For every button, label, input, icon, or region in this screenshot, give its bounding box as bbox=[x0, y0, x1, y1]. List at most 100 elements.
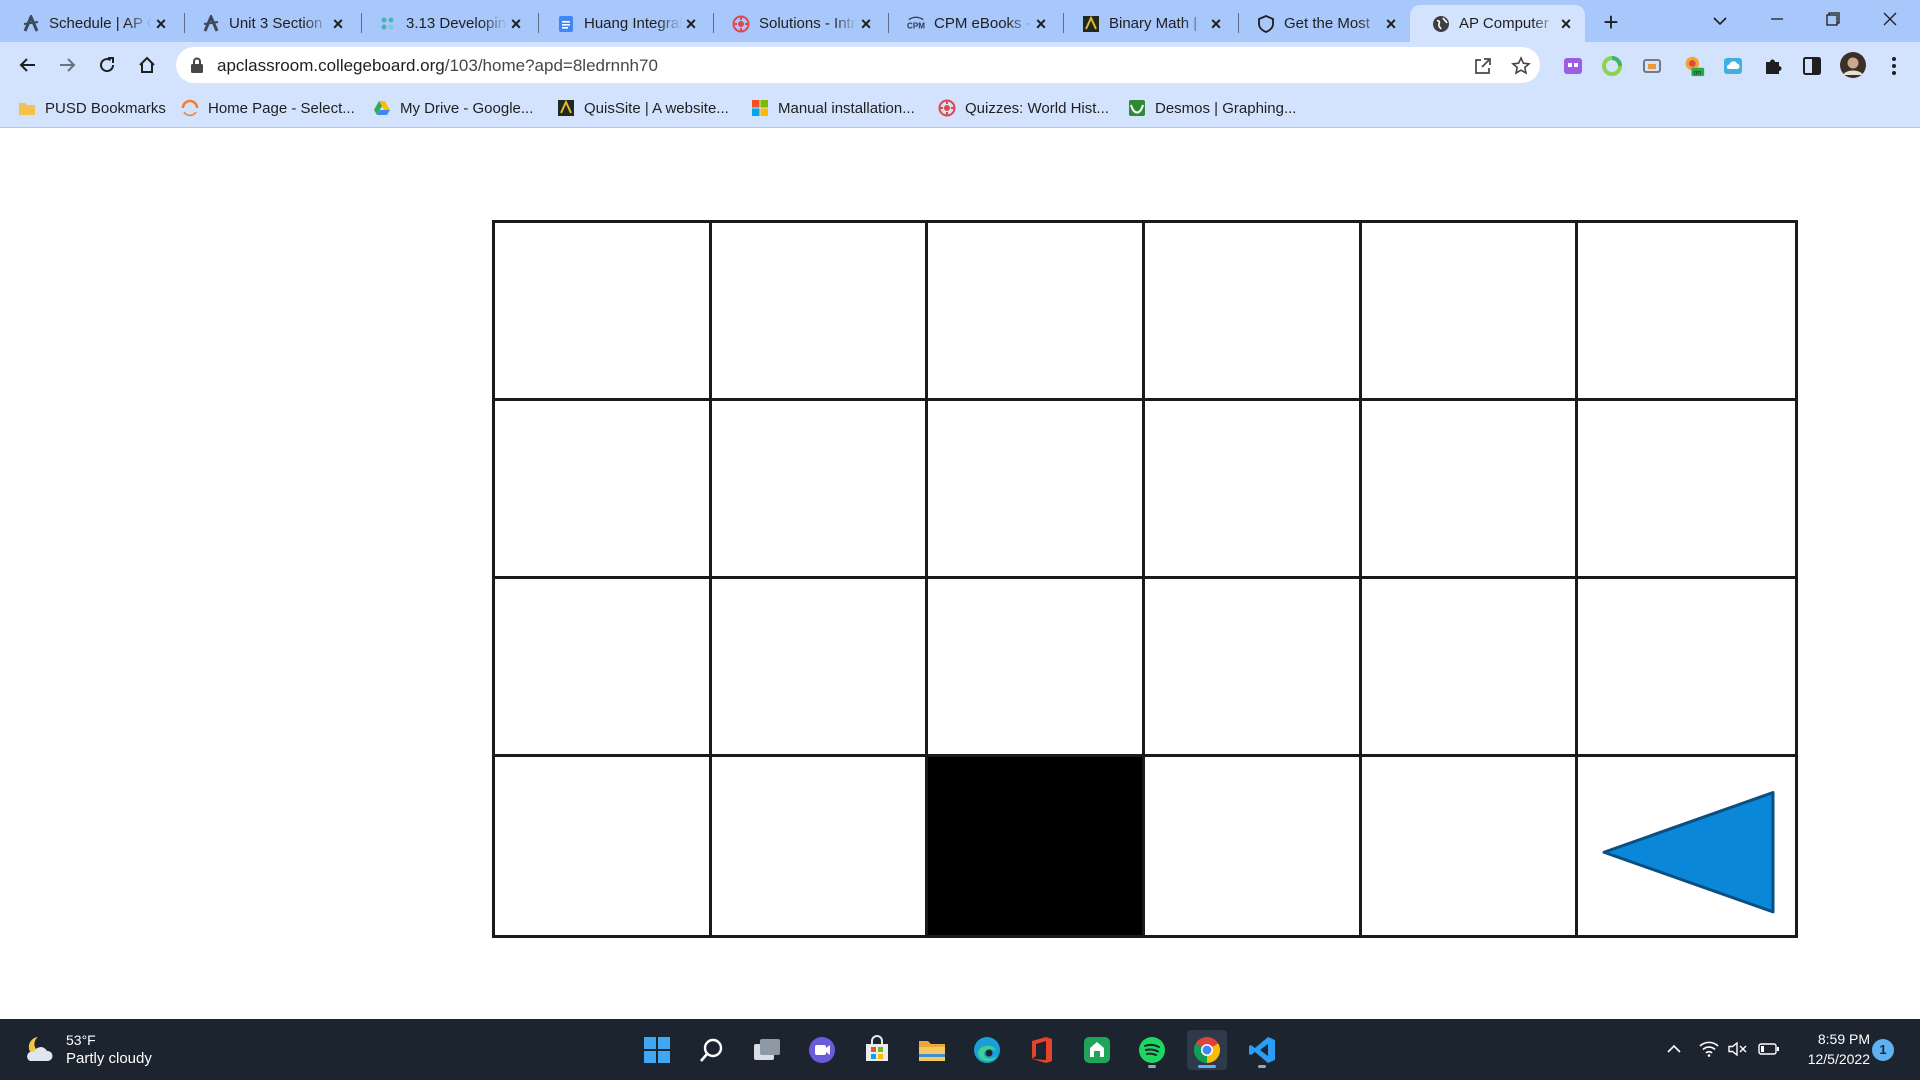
grid-cell bbox=[1578, 401, 1795, 579]
globe-icon bbox=[1432, 15, 1450, 33]
lock-icon[interactable] bbox=[190, 57, 204, 73]
notification-badge[interactable]: 1 bbox=[1872, 1039, 1894, 1061]
extension-green-circle-icon[interactable] bbox=[1601, 55, 1623, 77]
bookmark-home-page[interactable]: Home Page - Select... bbox=[181, 96, 355, 120]
wifi-icon[interactable] bbox=[1697, 1037, 1721, 1061]
tab-cpm[interactable]: CPM CPM eBooks - × bbox=[885, 5, 1060, 42]
close-icon[interactable]: × bbox=[1557, 15, 1575, 33]
ap-classroom-icon bbox=[202, 14, 220, 33]
forward-button[interactable] bbox=[51, 49, 83, 81]
close-icon[interactable]: × bbox=[1032, 15, 1050, 33]
chrome-icon[interactable] bbox=[1187, 1030, 1227, 1070]
bookmark-quizzes[interactable]: Quizzes: World Hist... bbox=[938, 96, 1109, 120]
grid-cell bbox=[1361, 223, 1579, 401]
shield-icon bbox=[1257, 14, 1275, 33]
taskbar: 53°F Partly cloudy 8:59 PM 12/5/2022 1 bbox=[0, 1019, 1920, 1080]
tab-huang[interactable]: Huang Integral × bbox=[535, 5, 710, 42]
close-icon[interactable]: × bbox=[329, 15, 347, 33]
robot-grid bbox=[492, 220, 1798, 938]
close-icon[interactable]: × bbox=[682, 15, 700, 33]
grid-cell bbox=[495, 401, 712, 579]
reload-icon bbox=[100, 57, 115, 73]
url-domain: apclassroom.collegeboard.org bbox=[217, 56, 445, 75]
tab-developing[interactable]: 3.13 Developing × bbox=[357, 5, 535, 42]
reload-button[interactable] bbox=[91, 49, 123, 81]
spotify-icon[interactable] bbox=[1132, 1030, 1172, 1070]
bookmark-label: Desmos | Graphing... bbox=[1155, 99, 1297, 117]
extension-cloud-icon[interactable] bbox=[1722, 55, 1744, 77]
url-text: apclassroom.collegeboard.org/103/home?ap… bbox=[217, 56, 658, 76]
side-panel-icon[interactable] bbox=[1801, 55, 1823, 77]
minimize-button[interactable] bbox=[1757, 4, 1797, 36]
bookmark-my-drive[interactable]: My Drive - Google... bbox=[373, 96, 533, 120]
bookmark-star-icon[interactable] bbox=[1510, 55, 1532, 77]
close-window-button[interactable] bbox=[1870, 4, 1910, 36]
code-org-icon bbox=[379, 15, 397, 33]
close-icon[interactable]: × bbox=[507, 15, 525, 33]
tab-binary-math[interactable]: Binary Math | × bbox=[1060, 5, 1235, 42]
clock-date: 12/5/2022 bbox=[1807, 1051, 1870, 1067]
teams-chat-icon[interactable] bbox=[802, 1030, 842, 1070]
microsoft-store-icon[interactable] bbox=[857, 1030, 897, 1070]
tab-ap-computer[interactable]: AP Computer × bbox=[1410, 5, 1585, 42]
bookmark-desmos[interactable]: Desmos | Graphing... bbox=[1128, 96, 1296, 120]
edge-icon[interactable] bbox=[967, 1030, 1007, 1070]
tab-schedule[interactable]: Schedule | AP Classroom × bbox=[0, 5, 180, 42]
weather-widget[interactable]: 53°F Partly cloudy bbox=[22, 1031, 152, 1068]
search-icon[interactable] bbox=[692, 1030, 732, 1070]
grid-cell bbox=[1145, 757, 1362, 935]
quizizz-icon bbox=[732, 15, 750, 33]
profile-avatar[interactable] bbox=[1839, 51, 1867, 79]
office-icon[interactable] bbox=[1022, 1030, 1062, 1070]
grid-cell bbox=[495, 757, 712, 935]
page-content bbox=[0, 129, 1920, 1019]
browser-toolbar: apclassroom.collegeboard.org/103/home?ap… bbox=[0, 42, 1920, 88]
svg-text:on: on bbox=[1694, 69, 1702, 76]
share-icon[interactable] bbox=[1472, 55, 1494, 77]
tab-search-chevron-icon[interactable] bbox=[1700, 4, 1740, 36]
file-explorer-icon[interactable] bbox=[912, 1030, 952, 1070]
close-icon[interactable]: × bbox=[1207, 15, 1225, 33]
extensions-puzzle-icon[interactable] bbox=[1762, 55, 1784, 77]
extension-purple-icon[interactable] bbox=[1562, 55, 1584, 77]
bookmark-label: Manual installation... bbox=[778, 99, 915, 117]
tab-title: Unit 3 Section bbox=[229, 15, 323, 32]
tab-get-the-most[interactable]: Get the Most × bbox=[1235, 5, 1410, 42]
tab-solutions[interactable]: Solutions - Intro × bbox=[710, 5, 885, 42]
home-button[interactable] bbox=[131, 49, 163, 81]
new-tab-button[interactable]: + bbox=[1596, 8, 1626, 38]
weather-condition: Partly cloudy bbox=[66, 1050, 152, 1067]
cpm-icon: CPM bbox=[907, 15, 925, 33]
bookmark-quissite[interactable]: QuisSite | A website... bbox=[557, 96, 729, 120]
address-bar[interactable]: apclassroom.collegeboard.org/103/home?ap… bbox=[176, 47, 1540, 83]
grid-cell-blocked bbox=[928, 757, 1145, 935]
battery-icon[interactable] bbox=[1757, 1037, 1781, 1061]
restore-button[interactable] bbox=[1813, 4, 1853, 36]
extension-on-badge-icon[interactable]: on bbox=[1683, 55, 1705, 77]
app-icon[interactable] bbox=[1077, 1030, 1117, 1070]
grid-cell bbox=[495, 579, 712, 757]
bookmark-manual-installation[interactable]: Manual installation... bbox=[751, 96, 915, 120]
grid-cell bbox=[1145, 223, 1362, 401]
tab-title: 3.13 Developing bbox=[406, 15, 507, 32]
close-icon[interactable]: × bbox=[152, 15, 170, 33]
show-hidden-icons-chevron-icon[interactable] bbox=[1662, 1037, 1686, 1061]
tab-title: CPM eBooks - bbox=[934, 15, 1031, 32]
volume-muted-icon[interactable] bbox=[1726, 1037, 1750, 1061]
vscode-icon[interactable] bbox=[1242, 1030, 1282, 1070]
quizizz-icon bbox=[938, 99, 956, 117]
bookmarks-bar: PUSD Bookmarks Home Page - Select... My … bbox=[0, 88, 1920, 128]
bookmark-pusd[interactable]: PUSD Bookmarks bbox=[18, 96, 166, 120]
cast-icon[interactable] bbox=[1641, 55, 1663, 77]
back-button[interactable] bbox=[12, 49, 44, 81]
task-view-icon[interactable] bbox=[747, 1030, 787, 1070]
close-icon[interactable]: × bbox=[1382, 15, 1400, 33]
menu-kebab-icon[interactable] bbox=[1883, 55, 1905, 77]
close-icon[interactable]: × bbox=[857, 15, 875, 33]
quissite-icon bbox=[557, 99, 575, 117]
grid-cell bbox=[928, 579, 1145, 757]
tab-unit3[interactable]: Unit 3 Section × bbox=[180, 5, 357, 42]
grid-cell bbox=[928, 223, 1145, 401]
taskbar-clock[interactable]: 8:59 PM 12/5/2022 bbox=[1790, 1029, 1870, 1069]
windows-start-icon[interactable] bbox=[637, 1030, 677, 1070]
